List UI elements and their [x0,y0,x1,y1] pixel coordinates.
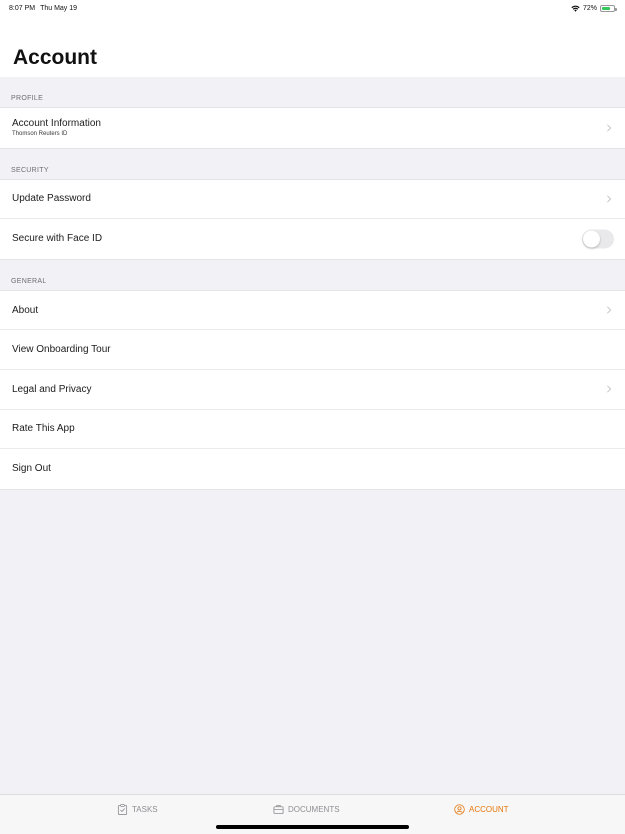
status-bar: 8:07 PM Thu May 19 72% [0,0,625,16]
status-date: Thu May 19 [40,4,78,12]
sign-out-row[interactable]: Sign Out [0,449,625,489]
tab-bar: TASKS DOCUMENTS ACCOUNT [0,794,625,834]
briefcase-icon [273,805,284,815]
wifi-icon [571,5,580,12]
rate-app-row[interactable]: Rate This App [0,410,625,450]
user-circle-icon [454,804,465,815]
tab-tasks-label: TASKS [132,805,158,814]
account-information-sublabel: Thomson Reuters ID [12,131,68,138]
tab-account[interactable]: ACCOUNT [454,804,509,815]
legal-privacy-label: Legal and Privacy [12,383,92,395]
battery-percent: 72% [582,4,597,12]
battery-icon [600,4,617,12]
general-group: About View Onboarding Tour Legal and Pri… [0,289,625,490]
page-title: Account [13,46,97,69]
onboarding-tour-label: View Onboarding Tour [12,344,111,356]
chevron-right-icon [607,195,612,203]
security-group: Update Password Secure with Face ID [0,178,625,260]
status-left: 8:07 PM Thu May 19 [9,5,77,12]
account-information-label: Account Information [12,118,101,130]
settings-list: PROFILE Account Information Thomson Reut… [0,77,625,490]
home-indicator[interactable] [216,825,409,829]
tab-tasks[interactable]: TASKS [117,804,158,815]
legal-privacy-row[interactable]: Legal and Privacy [0,370,625,410]
sign-out-label: Sign Out [12,463,51,475]
face-id-label: Secure with Face ID [12,233,103,245]
account-information-text: Account Information Thomson Reuters ID [12,118,101,137]
account-information-row[interactable]: Account Information Thomson Reuters ID [0,108,625,148]
toggle-knob [583,230,600,248]
about-row[interactable]: About [0,291,625,331]
update-password-label: Update Password [12,193,91,205]
profile-group: Account Information Thomson Reuters ID [0,107,625,149]
about-label: About [12,304,39,316]
section-header-general: GENERAL [11,277,47,285]
status-time: 8:07 PM [9,4,36,12]
onboarding-tour-row[interactable]: View Onboarding Tour [0,330,625,370]
status-right: 72% [571,4,617,12]
face-id-row: Secure with Face ID [0,219,625,259]
section-header-security: SECURITY [11,166,49,174]
clipboard-check-icon [117,804,128,815]
chevron-right-icon [607,385,612,393]
rate-app-label: Rate This App [12,423,75,435]
update-password-row[interactable]: Update Password [0,180,625,220]
tab-account-label: ACCOUNT [469,805,509,814]
chevron-right-icon [607,306,612,314]
section-header-profile: PROFILE [11,95,44,102]
face-id-toggle[interactable] [582,229,614,249]
tab-documents-label: DOCUMENTS [288,805,340,814]
battery-level-fill [602,6,610,10]
tab-documents[interactable]: DOCUMENTS [273,804,340,815]
navigation-header: Account [0,16,625,77]
chevron-right-icon [607,124,612,132]
